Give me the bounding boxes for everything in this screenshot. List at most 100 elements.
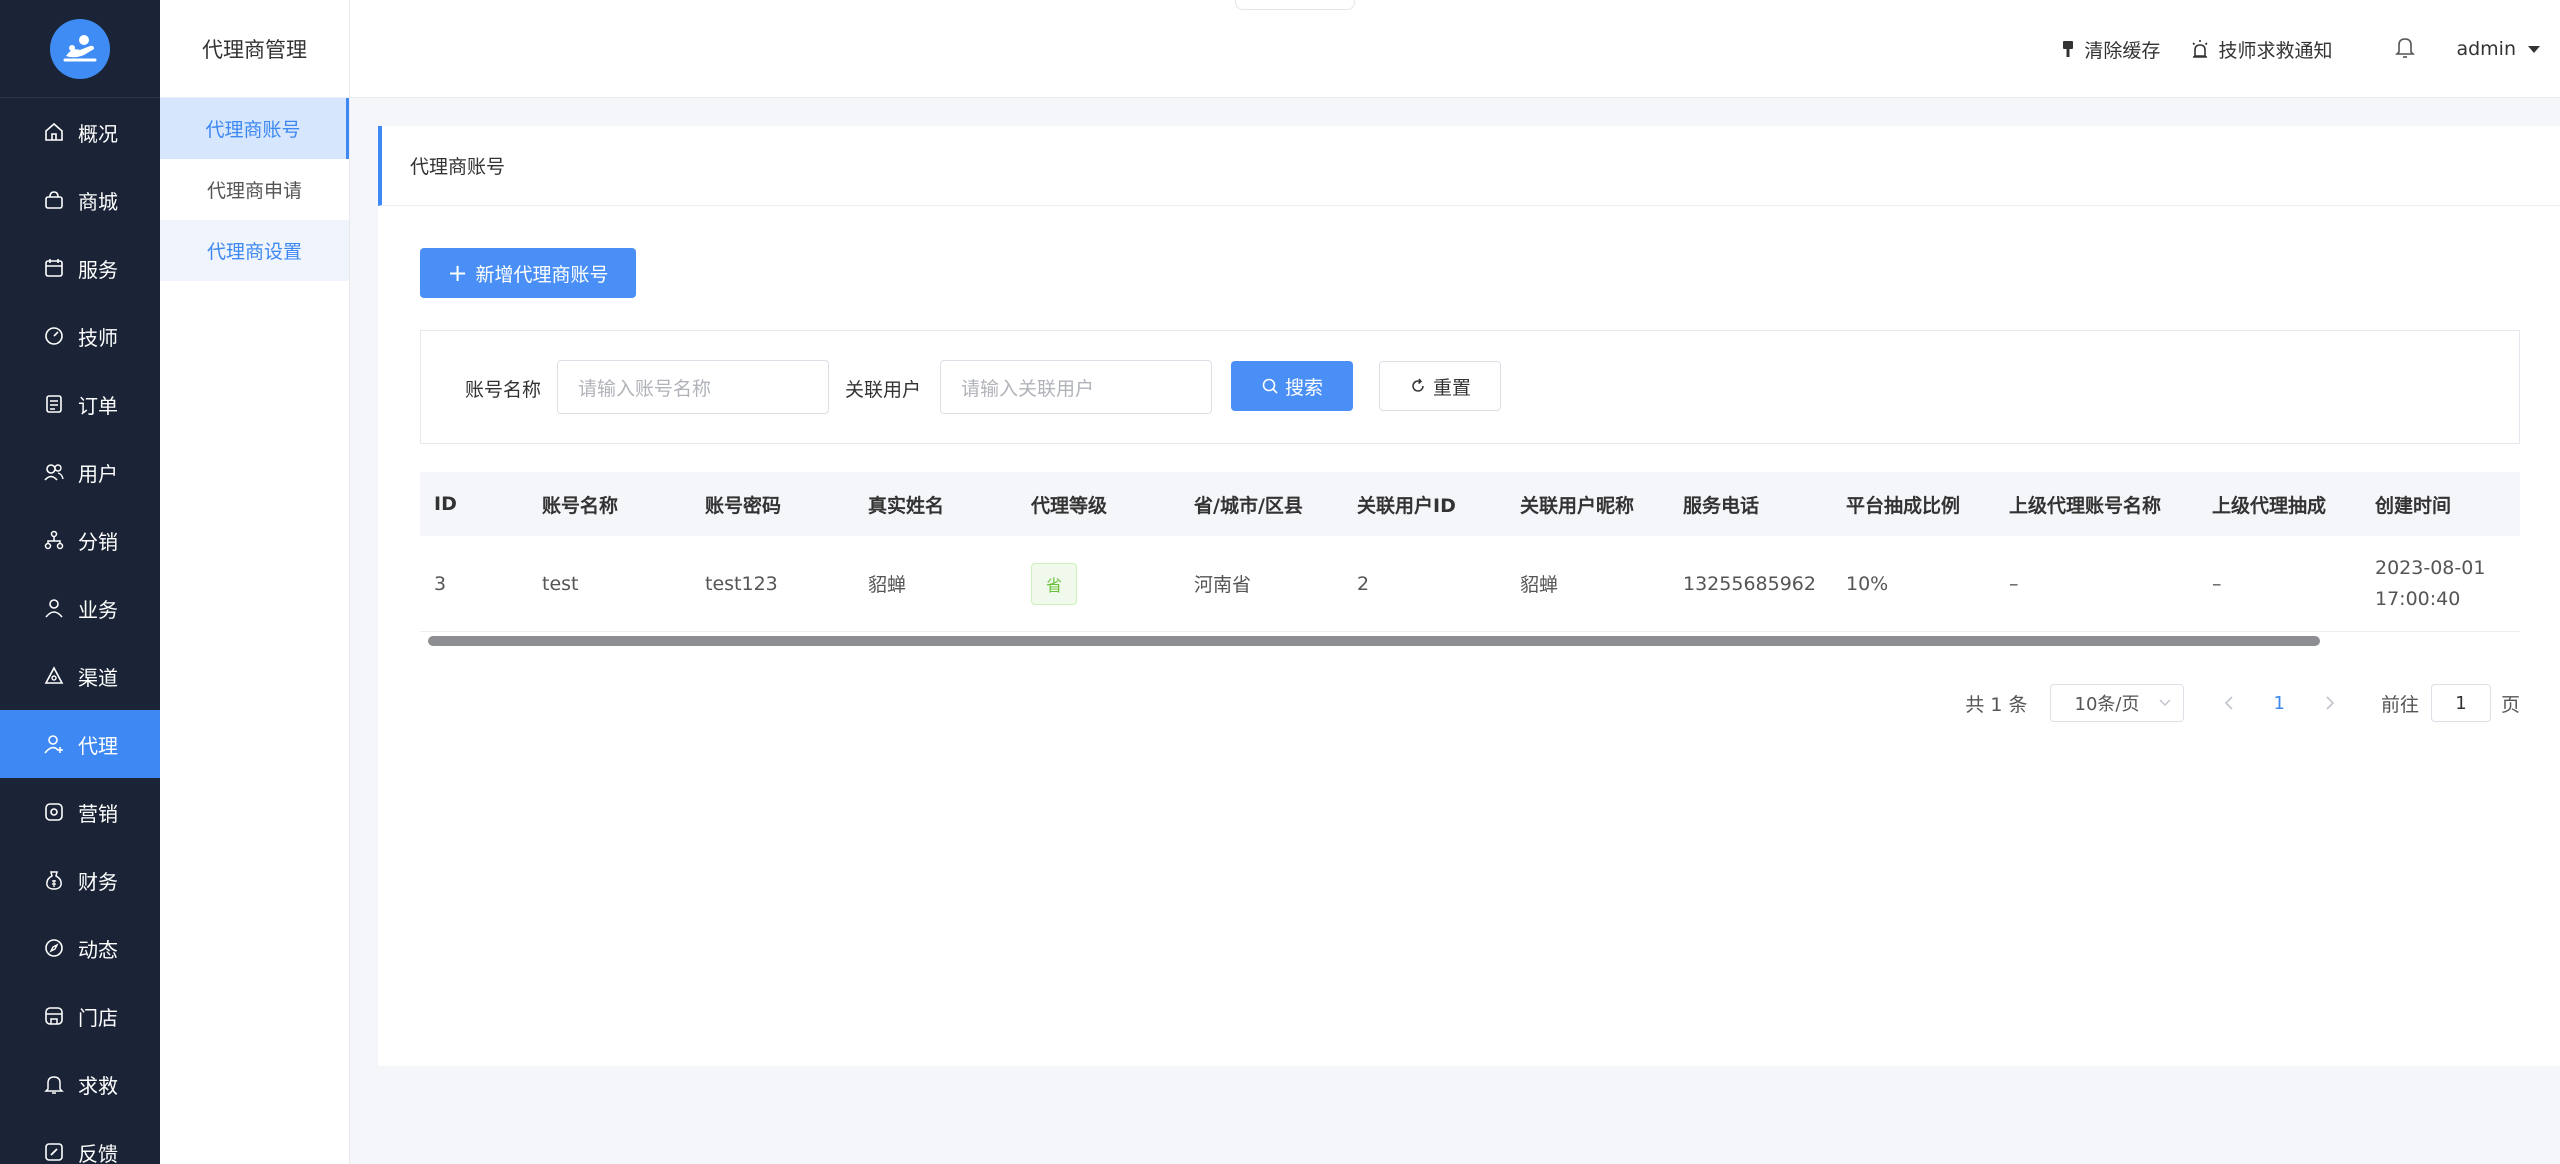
menu-item-feedback[interactable]: 反馈 bbox=[0, 1118, 160, 1164]
sub-sidebar: 代理商管理 代理商账号 代理商申请 代理商设置 bbox=[160, 0, 350, 1164]
next-page-button[interactable] bbox=[2325, 691, 2335, 715]
goto-label: 前往 bbox=[2380, 693, 2419, 716]
column-header[interactable]: 代理等级 bbox=[1017, 491, 1180, 518]
reset-button[interactable]: 重置 bbox=[1379, 361, 1501, 411]
scrollbar-thumb[interactable] bbox=[428, 636, 2320, 646]
order-icon bbox=[42, 392, 66, 416]
user-menu[interactable]: admin bbox=[2456, 38, 2540, 60]
menu-label: 商城 bbox=[78, 189, 118, 214]
total-count: 共 1 条 bbox=[1965, 693, 2028, 716]
menu-item-business[interactable]: 业务 bbox=[0, 574, 160, 642]
content-card: 代理商账号 + 新增代理商账号 账号名称 请输入账号名称 关联用户 请输入关联用… bbox=[378, 126, 2560, 1066]
menu-item-overview[interactable]: 概况 bbox=[0, 98, 160, 166]
add-agent-account-button[interactable]: + 新增代理商账号 bbox=[420, 248, 636, 298]
header-actions: 清除缓存 技师求救通知 admin bbox=[2030, 0, 2540, 98]
sos-notice-button[interactable]: 技师求救通知 bbox=[2190, 36, 2332, 63]
linked-user-placeholder: 请输入关联用户 bbox=[961, 377, 1095, 400]
menu-item-marketing[interactable]: 营销 bbox=[0, 778, 160, 846]
cell-phone: 13255685962 bbox=[1683, 572, 1816, 595]
column-header[interactable]: 关联用户ID bbox=[1343, 491, 1506, 518]
home-icon bbox=[42, 120, 66, 144]
column-header[interactable]: 上级代理抽成 bbox=[2198, 491, 2361, 518]
menu-label: 业务 bbox=[78, 597, 118, 622]
table-row[interactable]: 3 test test123 貂蝉 省 河南省 2 貂蝉 13255685962… bbox=[420, 536, 2520, 632]
column-header[interactable]: ID bbox=[420, 493, 528, 515]
goto-page-input[interactable]: 1 bbox=[2430, 684, 2491, 722]
column-header[interactable]: 服务电话 bbox=[1669, 491, 1832, 518]
menu-item-service[interactable]: 服务 bbox=[0, 234, 160, 302]
account-name-placeholder: 请输入账号名称 bbox=[578, 377, 712, 400]
menu-item-feed[interactable]: 动态 bbox=[0, 914, 160, 982]
column-header[interactable]: 创建时间 bbox=[2361, 491, 2511, 518]
menu-item-order[interactable]: 订单 bbox=[0, 370, 160, 438]
account-name-input[interactable]: 请输入账号名称 bbox=[557, 360, 829, 414]
cell-ratio: 10% bbox=[1846, 572, 1889, 595]
menu-item-technician[interactable]: 技师 bbox=[0, 302, 160, 370]
menu-label: 订单 bbox=[78, 393, 118, 418]
column-header[interactable]: 账号名称 bbox=[528, 491, 691, 518]
notification-bell-icon[interactable] bbox=[2394, 35, 2416, 64]
menu-label: 动态 bbox=[78, 937, 118, 962]
menu-item-distribution[interactable]: 分销 bbox=[0, 506, 160, 574]
cell-account: test bbox=[542, 572, 579, 595]
main-menu: 概况 商城 服务 技师 订单 用户 分销 业务 渠道 代理 营销 财务 动态 门… bbox=[0, 98, 160, 1164]
clear-cache-button[interactable]: 清除缓存 bbox=[2060, 36, 2160, 63]
user-name: admin bbox=[2456, 38, 2516, 60]
submenu-item-agent-account[interactable]: 代理商账号 bbox=[160, 98, 349, 159]
menu-item-finance[interactable]: 财务 bbox=[0, 846, 160, 914]
calendar-icon bbox=[42, 256, 66, 280]
page-number-current[interactable]: 1 bbox=[2274, 693, 2285, 714]
menu-item-agent[interactable]: 代理 bbox=[0, 710, 160, 778]
horizontal-scrollbar[interactable] bbox=[420, 632, 2520, 650]
header-collapse-tab[interactable] bbox=[1235, 0, 1355, 10]
prev-page-button[interactable] bbox=[2224, 691, 2234, 715]
money-bag-icon bbox=[42, 868, 66, 892]
menu-item-mall[interactable]: 商城 bbox=[0, 166, 160, 234]
menu-item-channel[interactable]: 渠道 bbox=[0, 642, 160, 710]
column-header[interactable]: 上级代理账号名称 bbox=[1995, 491, 2198, 518]
feedback-icon bbox=[42, 1140, 66, 1164]
plus-icon: + bbox=[447, 259, 468, 287]
cell-region: 河南省 bbox=[1194, 574, 1252, 596]
column-header[interactable]: 真实姓名 bbox=[854, 491, 1017, 518]
column-header[interactable]: 账号密码 bbox=[691, 491, 854, 518]
agent-icon bbox=[42, 732, 66, 756]
menu-item-sos[interactable]: 求救 bbox=[0, 1050, 160, 1118]
menu-label: 技师 bbox=[78, 325, 118, 350]
pagination: 共 1 条 10条/页 1 前往 1 页 bbox=[1965, 684, 2520, 722]
linked-user-input[interactable]: 请输入关联用户 bbox=[940, 360, 1212, 414]
column-header[interactable]: 关联用户昵称 bbox=[1506, 491, 1669, 518]
agent-table: ID 账号名称 账号密码 真实姓名 代理等级 省/城市/区县 关联用户ID 关联… bbox=[420, 472, 2520, 650]
column-header[interactable]: 省/城市/区县 bbox=[1180, 491, 1343, 518]
cell-id: 3 bbox=[434, 572, 447, 595]
created-time: 17:00:40 bbox=[2375, 587, 2461, 610]
page-size-select[interactable]: 10条/页 bbox=[2049, 684, 2184, 722]
linked-user-label: 关联用户 bbox=[845, 379, 922, 401]
chevron-right-icon bbox=[2326, 696, 2335, 710]
menu-label: 服务 bbox=[78, 257, 118, 282]
bell-icon bbox=[42, 1072, 66, 1096]
submenu-list: 代理商账号 代理商申请 代理商设置 bbox=[160, 98, 349, 281]
account-name-label: 账号名称 bbox=[465, 379, 542, 401]
cell-user-nick: 貂蝉 bbox=[1520, 574, 1559, 596]
chevron-down-icon bbox=[2158, 699, 2171, 707]
menu-label: 营销 bbox=[78, 801, 118, 826]
chevron-left-icon bbox=[2224, 696, 2233, 710]
search-icon bbox=[1262, 378, 1278, 394]
column-header[interactable]: 平台抽成比例 bbox=[1832, 491, 1995, 518]
submenu-title: 代理商管理 bbox=[160, 0, 349, 98]
menu-item-users[interactable]: 用户 bbox=[0, 438, 160, 506]
store-icon bbox=[42, 1004, 66, 1028]
menu-item-store[interactable]: 门店 bbox=[0, 982, 160, 1050]
search-button[interactable]: 搜索 bbox=[1231, 361, 1353, 411]
menu-label: 分销 bbox=[78, 529, 118, 554]
app-logo[interactable] bbox=[50, 18, 110, 79]
menu-label: 用户 bbox=[78, 461, 118, 486]
submenu-item-agent-settings[interactable]: 代理商设置 bbox=[160, 220, 349, 281]
page-size-value: 10条/页 bbox=[2074, 694, 2140, 715]
submenu-item-agent-apply[interactable]: 代理商申请 bbox=[160, 159, 349, 220]
cell-password: test123 bbox=[705, 572, 778, 595]
refresh-icon bbox=[1412, 378, 1424, 392]
menu-label: 反馈 bbox=[78, 1141, 118, 1164]
menu-label: 概况 bbox=[78, 121, 118, 146]
